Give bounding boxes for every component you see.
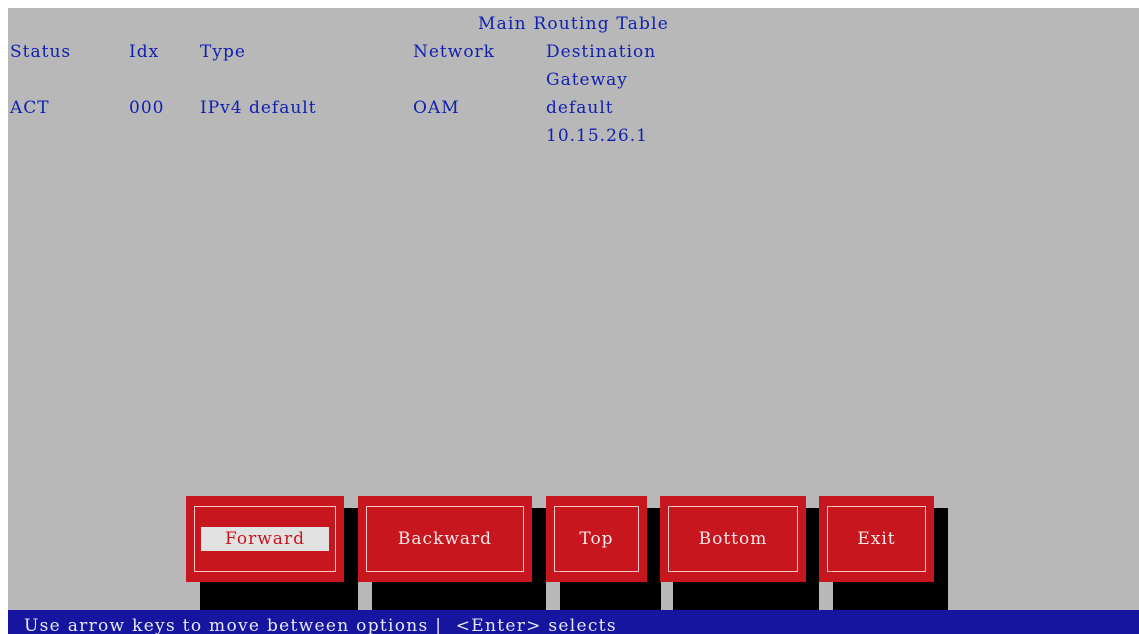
column-header-network: Network — [413, 42, 495, 62]
row-gateway: 10.15.26.1 — [546, 126, 648, 146]
forward-button-label: Forward — [201, 527, 329, 551]
row-status: ACT — [10, 98, 50, 118]
top-button-label: Top — [579, 529, 614, 549]
column-header-type: Type — [200, 42, 246, 62]
row-destination: default — [546, 98, 614, 118]
column-header-gateway: Gateway — [546, 70, 628, 90]
row-type: IPv4 default — [200, 98, 317, 118]
column-header-status: Status — [10, 42, 72, 62]
exit-button[interactable]: Exit — [819, 496, 934, 582]
backward-button-label: Backward — [397, 529, 493, 549]
page-title: Main Routing Table — [478, 14, 669, 34]
status-bar: Use arrow keys to move between options |… — [8, 610, 1139, 634]
column-header-destination: Destination — [546, 42, 657, 62]
row-network: OAM — [413, 98, 460, 118]
top-button[interactable]: Top — [546, 496, 647, 582]
row-idx: 000 — [129, 98, 165, 118]
exit-button-label: Exit — [857, 529, 896, 549]
forward-button[interactable]: Forward — [186, 496, 344, 582]
backward-button[interactable]: Backward — [358, 496, 532, 582]
column-header-idx: Idx — [129, 42, 160, 62]
bottom-button[interactable]: Bottom — [660, 496, 806, 582]
bottom-button-label: Bottom — [698, 529, 768, 549]
terminal-screen: Main Routing Table Status Idx Type Netwo… — [8, 8, 1139, 634]
status-bar-message: Use arrow keys to move between options |… — [24, 616, 617, 634]
